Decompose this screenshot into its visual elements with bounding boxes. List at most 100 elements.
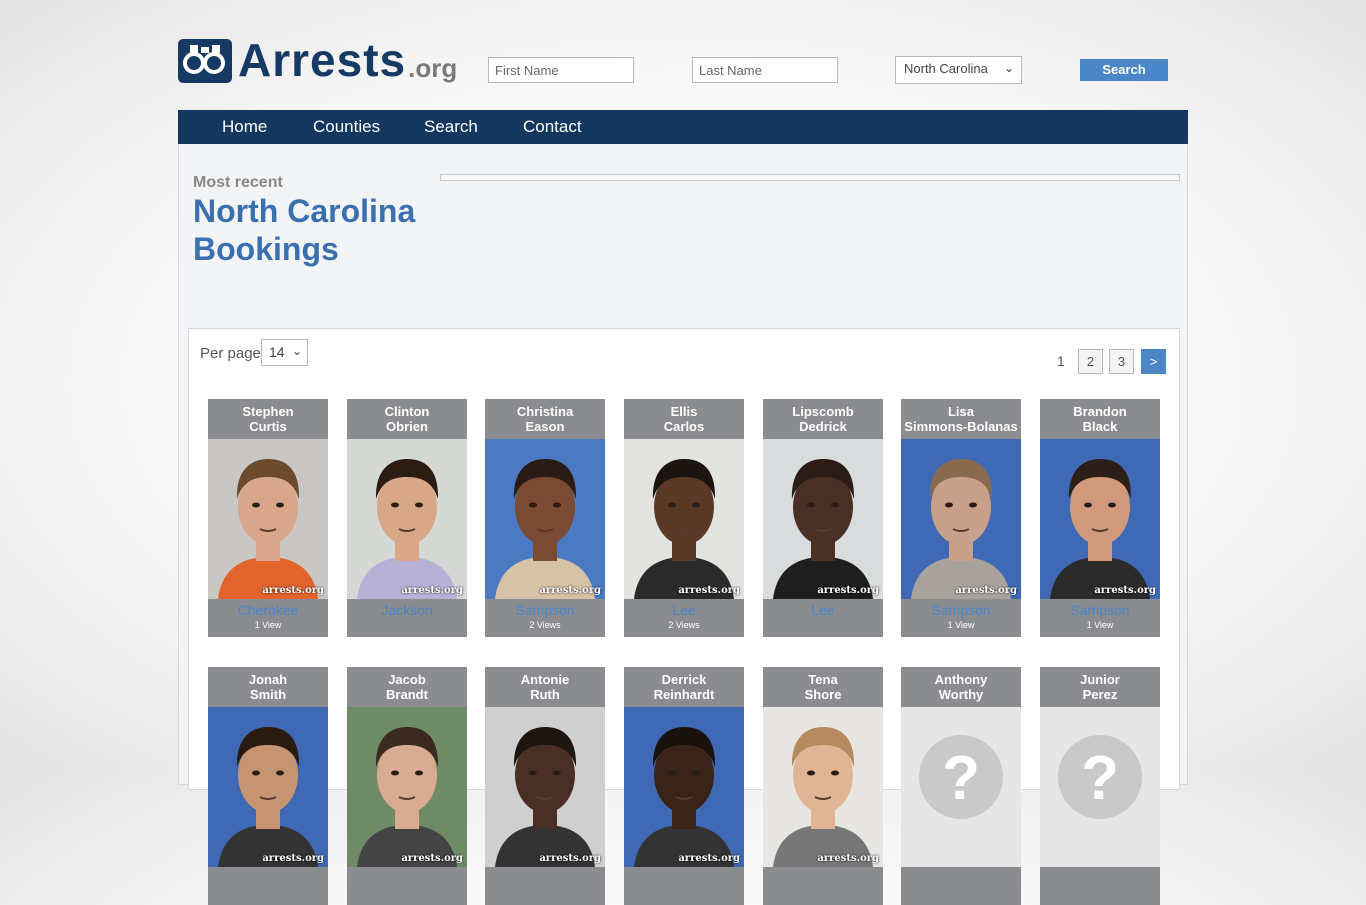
photo-watermark: arrests.org (1094, 585, 1156, 596)
booking-card[interactable]: Ellis Carlos arrests.org Lee 2 Views (624, 399, 744, 637)
pagination-page-2[interactable]: 2 (1078, 349, 1103, 374)
photo-watermark: arrests.org (955, 585, 1017, 596)
svg-text:?: ? (942, 744, 980, 813)
mugshot-photo[interactable]: arrests.org (901, 439, 1021, 599)
booking-name[interactable]: Jacob Brandt (347, 667, 467, 707)
first-name: Junior (1080, 672, 1120, 687)
svg-text:?: ? (1081, 744, 1119, 813)
booking-name[interactable]: Ellis Carlos (624, 399, 744, 439)
booking-name[interactable]: Lipscomb Dedrick (763, 399, 883, 439)
photo-watermark: arrests.org (817, 853, 879, 864)
mugshot-photo[interactable]: arrests.org (624, 707, 744, 867)
mugshot-photo[interactable]: arrests.org (347, 707, 467, 867)
booking-name[interactable]: Derrick Reinhardt (624, 667, 744, 707)
mugshot-photo[interactable]: ? (901, 707, 1021, 867)
photo-watermark: arrests.org (539, 853, 601, 864)
pagination-next-button[interactable]: > (1141, 349, 1166, 374)
mugshot-photo[interactable]: ? (1040, 707, 1160, 867)
mugshot-photo[interactable]: arrests.org (485, 439, 605, 599)
county-link[interactable]: Sampson (901, 601, 1021, 619)
per-page-value: 14 (269, 344, 285, 360)
last-name: Smith (249, 687, 287, 702)
county-link[interactable]: Cherokee (208, 601, 328, 619)
first-name-input[interactable] (488, 57, 634, 83)
chevron-down-icon: ⌄ (1003, 61, 1014, 75)
booking-name[interactable]: Clinton Obrien (347, 399, 467, 439)
state-select[interactable]: North Carolina ⌄ (895, 56, 1022, 84)
handcuffs-icon (178, 39, 232, 83)
booking-card[interactable]: Christina Eason arrests.org Sampson 2 Views (485, 399, 605, 637)
pagination-page-3[interactable]: 3 (1109, 349, 1134, 374)
site-logo[interactable]: Arrests .org (178, 33, 457, 83)
first-name: Brandon (1073, 404, 1127, 419)
booking-card[interactable]: Anthony Worthy? (901, 667, 1021, 905)
booking-card[interactable]: Brandon Black arrests.org Sampson 1 View (1040, 399, 1160, 637)
mugshot-photo[interactable]: arrests.org (347, 439, 467, 599)
main-nav: Home Counties Search Contact (178, 110, 1188, 144)
booking-name[interactable]: Lisa Simmons-Bolanas (901, 399, 1021, 439)
booking-name[interactable]: Anthony Worthy (901, 667, 1021, 707)
logo-wordmark: Arrests (238, 34, 407, 86)
photo-watermark: arrests.org (401, 585, 463, 596)
first-name: Lipscomb (792, 404, 854, 419)
first-name: Jonah (248, 672, 288, 687)
last-name-input[interactable] (692, 57, 838, 83)
booking-card[interactable]: Jacob Brandt arrests.org (347, 667, 467, 905)
mugshot-photo[interactable]: arrests.org (624, 439, 744, 599)
mugshot-photo[interactable]: arrests.org (763, 707, 883, 867)
booking-card[interactable]: Derrick Reinhardt arrests.org (624, 667, 744, 905)
first-name: Jacob (388, 672, 426, 687)
last-name: Obrien (386, 419, 428, 434)
first-name: Stephen (242, 404, 294, 419)
booking-card[interactable]: Tena Shore arrests.org (763, 667, 883, 905)
booking-card[interactable]: Junior Perez? (1040, 667, 1160, 905)
ad-placeholder (440, 174, 1180, 181)
booking-name[interactable]: Antonie Ruth (485, 667, 605, 707)
county-link[interactable]: Sampson (485, 601, 605, 619)
mugshot-photo[interactable]: arrests.org (763, 439, 883, 599)
booking-name[interactable]: Stephen Curtis (208, 399, 328, 439)
main-panel: Most recent North Carolina Bookings Per … (178, 144, 1188, 905)
last-name: Ruth (530, 687, 560, 702)
photo-watermark: arrests.org (678, 853, 740, 864)
nav-item-search[interactable]: Search (424, 110, 478, 144)
booking-name[interactable]: Brandon Black (1040, 399, 1160, 439)
county-link[interactable]: Lee (763, 601, 883, 619)
last-name: Shore (804, 687, 842, 702)
county-link[interactable]: Jackson (347, 601, 467, 619)
page-kicker: Most recent (193, 174, 283, 191)
photo-watermark: arrests.org (678, 585, 740, 596)
chevron-down-icon: ⌄ (291, 344, 302, 358)
county-link[interactable]: Lee (624, 601, 744, 619)
state-select-value: North Carolina (904, 61, 988, 76)
per-page-label: Per page (200, 345, 261, 362)
search-button[interactable]: Search (1080, 59, 1168, 81)
last-name: Worthy (938, 687, 984, 702)
booking-name[interactable]: Tena Shore (763, 667, 883, 707)
bookings-listing: Per page 14 ⌄ 1 2 3 > Stephen Curtis arres… (188, 328, 1180, 905)
booking-card[interactable]: Lipscomb Dedrick arrests.org Lee (763, 399, 883, 637)
booking-name[interactable]: Junior Perez (1040, 667, 1160, 707)
mugshot-photo[interactable]: arrests.org (208, 439, 328, 599)
booking-card[interactable]: Lisa Simmons-Bolanas arrests.org Sampson 1 V… (901, 399, 1021, 637)
booking-card[interactable]: Antonie Ruth arrests.org (485, 667, 605, 905)
nav-item-home[interactable]: Home (222, 110, 267, 144)
per-page-select[interactable]: 14 ⌄ (261, 339, 308, 366)
mugshot-photo[interactable]: arrests.org (208, 707, 328, 867)
first-name: Clinton (384, 404, 430, 419)
booking-name[interactable]: Christina Eason (485, 399, 605, 439)
booking-name[interactable]: Jonah Smith (208, 667, 328, 707)
nav-item-contact[interactable]: Contact (523, 110, 582, 144)
pagination-current-page: 1 (1057, 353, 1065, 369)
booking-card[interactable]: Jonah Smith arrests.org (208, 667, 328, 905)
mugshot-photo[interactable]: arrests.org (1040, 439, 1160, 599)
booking-card[interactable]: Stephen Curtis arrests.org Cherokee 1 View (208, 399, 328, 637)
first-name: Anthony (934, 672, 988, 687)
nav-item-counties[interactable]: Counties (313, 110, 380, 144)
mugshot-photo[interactable]: arrests.org (485, 707, 605, 867)
county-link[interactable]: Sampson (1040, 601, 1160, 619)
page-title: North Carolina Bookings (193, 193, 416, 267)
first-name: Christina (516, 404, 574, 419)
site-header: Arrests .org North Carolina ⌄ Search (178, 33, 1188, 93)
booking-card[interactable]: Clinton Obrien arrests.org Jackson (347, 399, 467, 637)
